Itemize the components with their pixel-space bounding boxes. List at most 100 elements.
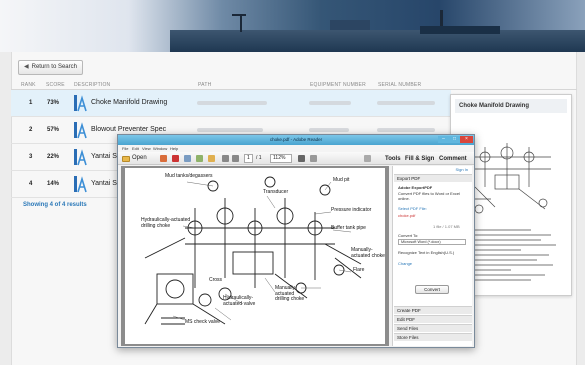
open-button[interactable]: Open: [122, 154, 147, 163]
save-icon[interactable]: [172, 155, 179, 162]
folder-icon: [122, 155, 130, 162]
column-header-equipment-number[interactable]: EQUIPMENT NUMBER: [310, 82, 366, 88]
next-page-icon[interactable]: [232, 155, 239, 162]
column-header-description[interactable]: DESCRIPTION: [74, 82, 110, 88]
export-pdf-section[interactable]: Export PDF: [394, 174, 472, 182]
score-cell: 57%: [47, 127, 60, 133]
edit-pdf-section[interactable]: Edit PDF: [394, 315, 472, 323]
export-title: Adobe ExportPDF: [398, 185, 433, 190]
app-page: ◀ Return to Search RANK SCORE DESCRIPTIO…: [0, 0, 585, 365]
results-count: Showing 4 of 4 results: [23, 202, 87, 208]
tools-side-panel: Sign In Export PDF Adobe ExportPDF Conve…: [392, 166, 472, 346]
serial-number-cell: [377, 101, 435, 105]
reader-window-title: choke.pdf - Adobe Reader: [269, 137, 323, 142]
document-icon: [74, 176, 87, 193]
page-number-input[interactable]: 1: [244, 154, 253, 163]
path-cell: [197, 101, 267, 105]
store-files-section[interactable]: Store Files: [394, 333, 472, 341]
select-tool-icon[interactable]: [298, 155, 305, 162]
serial-number-cell: [377, 128, 435, 132]
label-transducer: Transducer: [263, 189, 289, 195]
change-language-link[interactable]: Change: [398, 261, 412, 266]
return-to-search-label: Return to Search: [31, 64, 77, 70]
zoom-select[interactable]: 112%: [270, 154, 292, 163]
column-header-rank[interactable]: RANK: [21, 82, 36, 88]
banner-ship: [330, 20, 370, 30]
equipment-number-cell: [309, 128, 349, 132]
table-row[interactable]: 1 73% Choke Manifold Drawing: [11, 90, 451, 117]
maximize-icon[interactable]: □: [449, 136, 460, 143]
minimize-icon[interactable]: –: [438, 136, 449, 143]
document-viewport[interactable]: Mud tanks/degassers Transducer Mud pit H…: [121, 166, 389, 346]
reader-toolbar: Open 1 / 1 112% Tools Fill & Sign Commen…: [118, 152, 474, 165]
label-manually-drilling-choke: Manually- actuated drilling choke: [275, 285, 305, 302]
convert-button[interactable]: Convert: [415, 285, 449, 294]
column-header-path[interactable]: PATH: [198, 82, 211, 88]
pdf-reader-window[interactable]: choke.pdf - Adobe Reader – □ × File Edit…: [117, 134, 475, 348]
open-label: Open: [132, 155, 147, 161]
column-header-serial-number[interactable]: SERIAL NUMBER: [378, 82, 421, 88]
label-mud-tanks: Mud tanks/degassers: [165, 173, 213, 179]
menu-file[interactable]: File: [122, 146, 128, 151]
header-banner-image: [0, 0, 585, 52]
menu-view[interactable]: View: [142, 146, 151, 151]
document-icon: [74, 95, 87, 112]
label-manually-actuated-choke: Manually- actuated choke: [351, 247, 385, 259]
page-total: / 1: [256, 155, 262, 161]
return-to-search-button[interactable]: ◀ Return to Search: [18, 60, 83, 75]
print-icon[interactable]: [184, 155, 191, 162]
rank-cell: 3: [29, 154, 33, 160]
export-description: Convert PDF files to Word or Excel onlin…: [398, 191, 460, 201]
label-hydraulic-valve: Hydraulically- actuated valve: [223, 295, 256, 307]
score-cell: 73%: [47, 100, 60, 106]
label-ms-check-valve: MS check valve: [185, 319, 221, 325]
description-cell[interactable]: Blowout Preventer Spec: [91, 126, 166, 133]
send-files-section[interactable]: Send Files: [394, 324, 472, 332]
reader-menubar: File Edit View Window Help: [118, 145, 474, 152]
label-flare: Flare: [353, 267, 365, 273]
hand-tool-icon[interactable]: [310, 155, 317, 162]
back-arrow-icon: ◀: [24, 64, 29, 70]
menu-window[interactable]: Window: [153, 146, 167, 151]
rank-cell: 2: [29, 127, 33, 133]
banner-crane-arm: [232, 14, 246, 16]
close-icon[interactable]: ×: [460, 136, 473, 143]
description-cell[interactable]: Choke Manifold Drawing: [91, 99, 167, 106]
document-icon: [74, 122, 87, 139]
file-count: 1 file / 1.07 MB: [433, 224, 460, 229]
reader-titlebar[interactable]: choke.pdf - Adobe Reader – □ ×: [118, 135, 474, 145]
menu-help[interactable]: Help: [170, 146, 178, 151]
label-mud-pit: Mud pit: [333, 177, 350, 183]
rank-cell: 4: [29, 181, 33, 187]
rank-cell: 1: [29, 100, 33, 106]
comment-icon[interactable]: [208, 155, 215, 162]
label-cross: Cross: [209, 277, 223, 283]
column-header-score[interactable]: SCORE: [46, 82, 65, 88]
label-pressure-indicator: Pressure indicator: [331, 207, 372, 213]
banner-crane: [240, 14, 242, 32]
path-cell: [197, 128, 263, 132]
read-mode-icon[interactable]: [364, 155, 371, 162]
score-cell: 22%: [47, 154, 60, 160]
convert-to-label: Convert To:: [398, 233, 419, 238]
label-buffer-tank: Buffer tank pipe: [331, 225, 366, 231]
convert-to-select[interactable]: Microsoft Word (*.docx): [398, 239, 466, 245]
document-icon: [74, 149, 87, 166]
recognize-text-label: Recognize Text in English(U.S.): [398, 250, 455, 255]
fill-sign-tab[interactable]: Fill & Sign: [402, 154, 437, 164]
comment-tab[interactable]: Comment: [436, 154, 470, 164]
email-icon[interactable]: [196, 155, 203, 162]
pdf-page: Mud tanks/degassers Transducer Mud pit H…: [125, 168, 385, 344]
previous-page-icon[interactable]: [222, 155, 229, 162]
create-pdf-icon[interactable]: [160, 155, 167, 162]
banner-rig: [420, 26, 500, 34]
create-pdf-section[interactable]: Create PDF: [394, 306, 472, 314]
menu-edit[interactable]: Edit: [132, 146, 139, 151]
select-file-label[interactable]: Select PDF File:: [398, 206, 427, 211]
tools-tab[interactable]: Tools: [382, 154, 404, 164]
equipment-number-cell: [309, 101, 351, 105]
score-cell: 14%: [47, 181, 60, 187]
label-hydraulic-drilling-choke: Hydraulically-actuated drilling choke: [141, 217, 191, 229]
sign-in-link[interactable]: Sign In: [456, 167, 468, 172]
choke-manifold-diagram: [144, 176, 362, 325]
